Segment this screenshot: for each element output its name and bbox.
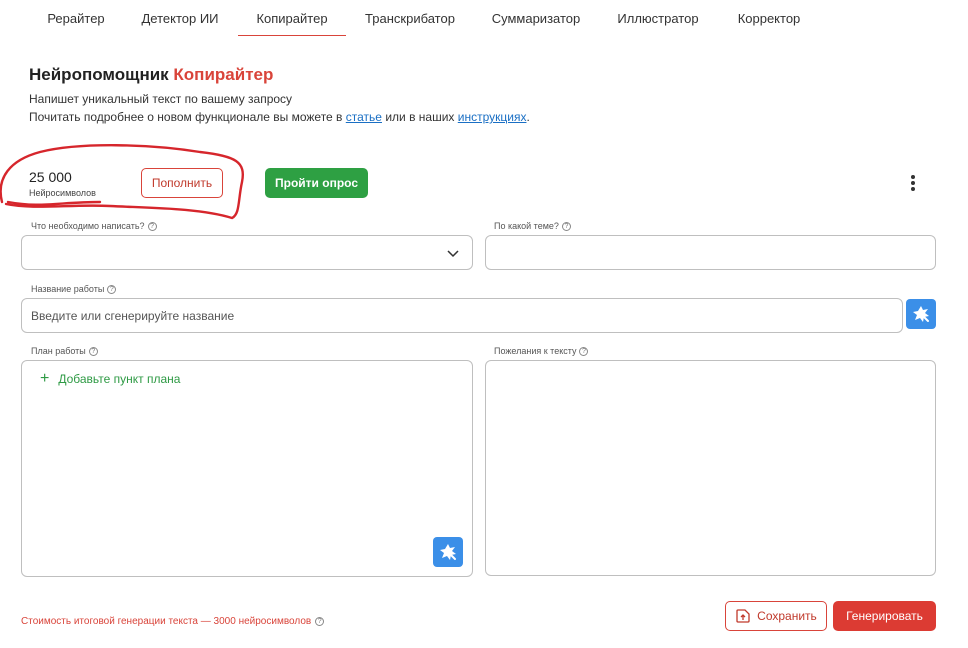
name-field[interactable] — [21, 298, 903, 333]
balance-caption: Нейросимволов — [29, 188, 96, 198]
magic-wand-icon — [440, 544, 456, 560]
page-title: Нейропомощник Копирайтер — [29, 65, 273, 85]
survey-button[interactable]: Пройти опрос — [265, 168, 368, 198]
article-link[interactable]: статье — [346, 110, 382, 124]
cost-note: Стоимость итоговой генерации текста — 30… — [21, 616, 325, 627]
what-label: Что необходимо написать? ? — [31, 221, 157, 231]
what-select[interactable] — [21, 235, 473, 270]
topic-field[interactable] — [485, 235, 936, 270]
question-icon[interactable]: ? — [88, 346, 98, 356]
topic-input[interactable] — [486, 236, 935, 269]
chevron-down-icon[interactable] — [446, 246, 460, 260]
wishes-textarea[interactable] — [485, 360, 936, 576]
name-input[interactable] — [22, 299, 902, 332]
topic-label: По какой теме? ? — [494, 221, 571, 231]
plan-label: План работы ? — [31, 346, 98, 356]
tab-bar: Рерайтер Детектор ИИ Копирайтер Транскри… — [0, 0, 968, 36]
question-icon[interactable]: ? — [315, 617, 325, 626]
info-text-2: или в наших — [385, 110, 455, 124]
name-label: Название работы ? — [31, 284, 117, 294]
tab-ai-detector[interactable]: Детектор ИИ — [132, 0, 228, 36]
tab-copywriter[interactable]: Копирайтер — [238, 0, 346, 36]
magic-wand-icon — [913, 306, 929, 322]
plan-box[interactable] — [21, 360, 473, 577]
wishes-label: Пожелания к тексту ? — [494, 346, 589, 356]
title-accent: Копирайтер — [173, 65, 274, 84]
add-plan-item-button[interactable]: + Добавьте пункт плана — [40, 370, 180, 387]
instructions-link[interactable]: инструкциях — [458, 110, 527, 124]
question-icon[interactable]: ? — [147, 221, 157, 231]
more-vertical-icon[interactable] — [904, 172, 922, 194]
info-text-1: Почитать подробнее о новом функционале в… — [29, 110, 343, 124]
tab-summarizer[interactable]: Суммаризатор — [482, 0, 590, 36]
topup-button[interactable]: Пополнить — [141, 168, 223, 198]
question-icon[interactable]: ? — [561, 221, 571, 231]
generate-plan-button[interactable] — [433, 537, 463, 567]
plus-icon: + — [40, 370, 50, 387]
info-text: Почитать подробнее о новом функционале в… — [29, 110, 530, 124]
balance-value: 25 000 — [29, 169, 72, 185]
page-subtitle: Напишет уникальный текст по вашему запро… — [29, 92, 293, 106]
save-button[interactable]: Сохранить — [725, 601, 827, 631]
tab-corrector[interactable]: Корректор — [726, 0, 812, 36]
generate-name-button[interactable] — [906, 299, 936, 329]
question-icon[interactable]: ? — [107, 284, 117, 294]
tab-transcriber[interactable]: Транскрибатор — [356, 0, 464, 36]
what-select-value[interactable] — [22, 236, 472, 269]
tab-rewriter[interactable]: Рерайтер — [36, 0, 116, 36]
question-icon[interactable]: ? — [579, 346, 589, 356]
info-text-3: . — [526, 110, 530, 124]
tab-illustrator[interactable]: Иллюстратор — [606, 0, 710, 36]
save-file-icon — [736, 609, 750, 623]
generate-button[interactable]: Генерировать — [833, 601, 936, 631]
title-prefix: Нейропомощник — [29, 65, 169, 84]
